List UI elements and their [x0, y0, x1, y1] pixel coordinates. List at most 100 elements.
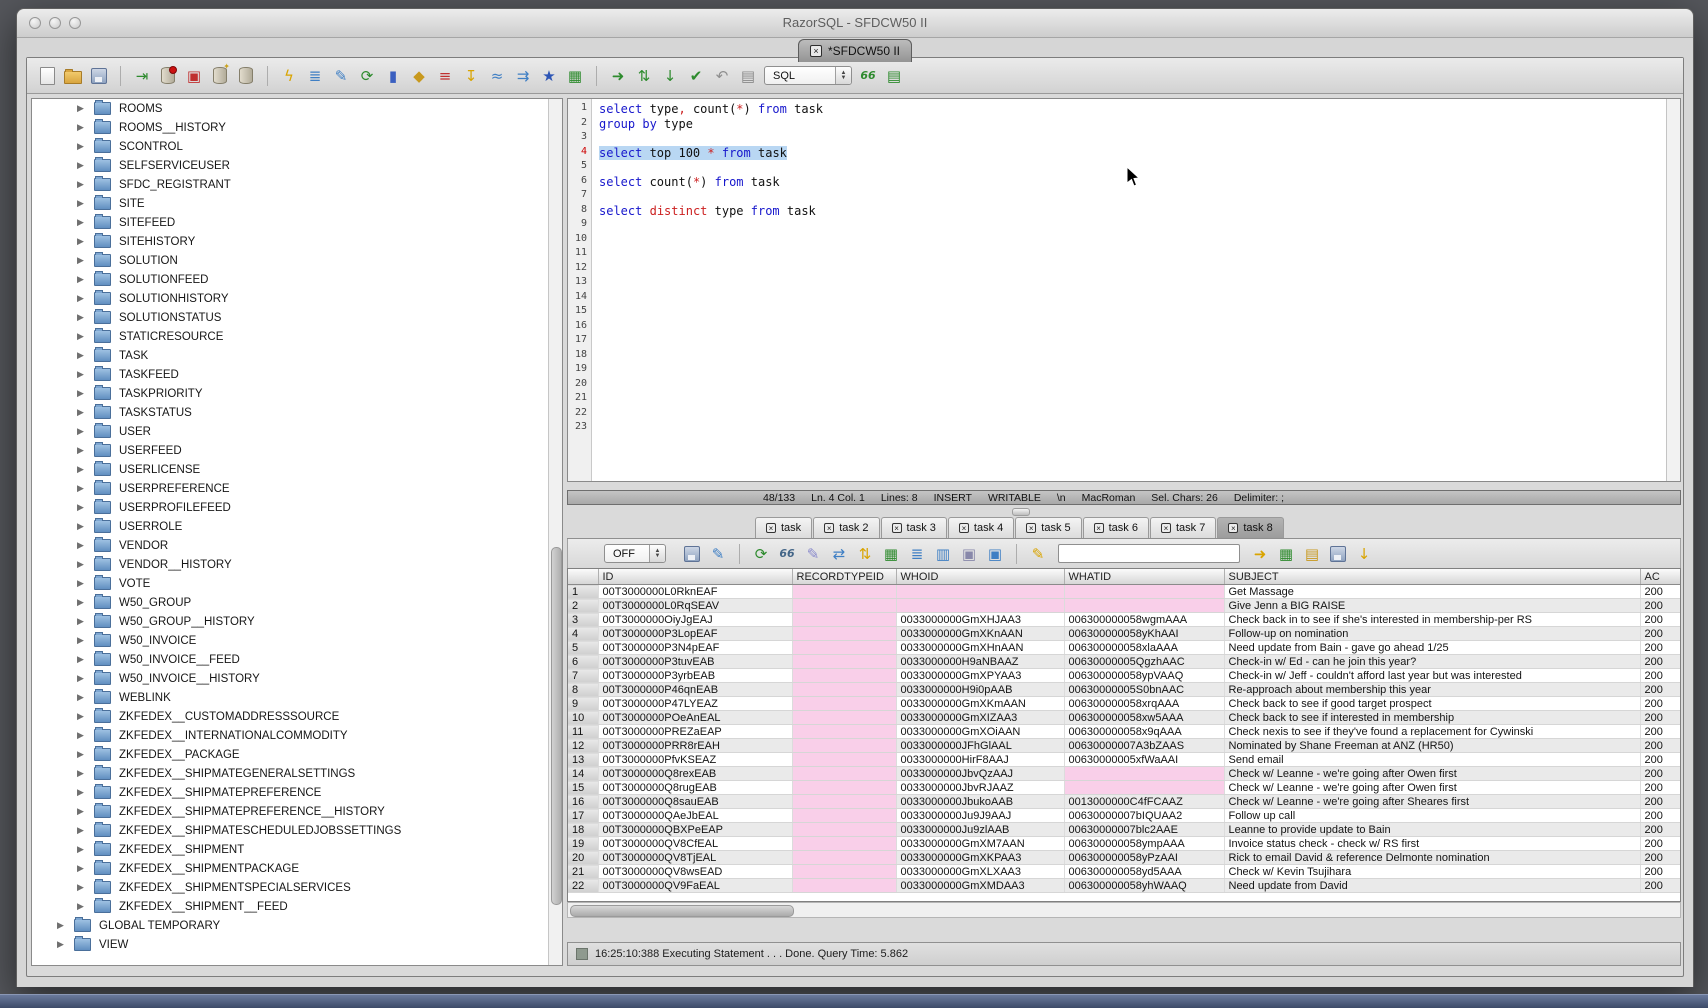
grid-cell[interactable]: Need update from Bain - gave go ahead 1/…: [1224, 641, 1640, 655]
grid-cell[interactable]: Check nexis to see if they've found a re…: [1224, 725, 1640, 739]
query-builder-icon[interactable]: ◆: [409, 66, 429, 86]
code-line[interactable]: group by type: [599, 117, 1666, 132]
grid-cell[interactable]: 00T3000000QV8TjEAL: [598, 851, 792, 865]
disclosure-triangle-icon[interactable]: ▶: [77, 293, 87, 304]
code-line[interactable]: [599, 349, 1666, 364]
tree-item-userfeed[interactable]: ▶USERFEED: [32, 441, 562, 460]
grid-cell[interactable]: 0033000000JbvQzAAJ: [896, 767, 1064, 781]
tree-item-w50-invoice[interactable]: ▶W50_INVOICE: [32, 631, 562, 650]
tree-item-zkfedex-shipmategeneralsettings[interactable]: ▶ZKFEDEX__SHIPMATEGENERALSETTINGS: [32, 764, 562, 783]
fetch-icon[interactable]: ↓: [660, 66, 680, 86]
save-icon[interactable]: [89, 66, 109, 86]
disclosure-triangle-icon[interactable]: ▶: [57, 920, 67, 931]
tree-item-vote[interactable]: ▶VOTE: [32, 574, 562, 593]
rollback-icon[interactable]: ↶: [712, 66, 732, 86]
code-line[interactable]: [599, 291, 1666, 306]
grid-cell[interactable]: Check w/ Leanne - we're going after Owen…: [1224, 781, 1640, 795]
grid-cell[interactable]: 00T3000000QAeJbEAL: [598, 809, 792, 823]
disclosure-triangle-icon[interactable]: ▶: [77, 540, 87, 551]
disclosure-triangle-icon[interactable]: ▶: [77, 768, 87, 779]
commit-icon[interactable]: ✔: [686, 66, 706, 86]
grid-cell[interactable]: 200: [1640, 613, 1681, 627]
tree-item-taskpriority[interactable]: ▶TASKPRIORITY: [32, 384, 562, 403]
tree-item-userpreference[interactable]: ▶USERPREFERENCE: [32, 479, 562, 498]
grid-cell[interactable]: 0033000000GmXIZAA3: [896, 711, 1064, 725]
grid-cell[interactable]: 00T3000000P46qnEAB: [598, 683, 792, 697]
grid-cell[interactable]: [1064, 767, 1224, 781]
grid-cell[interactable]: 00T3000000P47LYEAZ: [598, 697, 792, 711]
result-tab-task-7[interactable]: ×task 7: [1150, 517, 1216, 538]
grid-cell[interactable]: 200: [1640, 599, 1681, 613]
grid-cell[interactable]: 200: [1640, 683, 1681, 697]
grid-cell[interactable]: [792, 613, 896, 627]
favorites-star-icon[interactable]: ★: [539, 66, 559, 86]
disclosure-triangle-icon[interactable]: ▶: [77, 388, 87, 399]
grid-cell[interactable]: 00T3000000Q8rexEAB: [598, 767, 792, 781]
table-row[interactable]: 600T3000000P3tuvEAB0033000000H9aNBAAZ006…: [568, 655, 1681, 669]
tree-item-zkfedex-shipmatepreference-history[interactable]: ▶ZKFEDEX__SHIPMATEPREFERENCE__HISTORY: [32, 802, 562, 821]
tree-item-w50-group[interactable]: ▶W50_GROUP: [32, 593, 562, 612]
book-icon[interactable]: ▮: [383, 66, 403, 86]
results-grid[interactable]: IDRECORDTYPEIDWHOIDWHATIDSUBJECTAC100T30…: [567, 568, 1681, 902]
disclosure-triangle-icon[interactable]: ▶: [77, 901, 87, 912]
grid-cell[interactable]: 00T3000000Q8sauEAB: [598, 795, 792, 809]
close-result-tab-icon[interactable]: ×: [959, 523, 969, 533]
grid-cell[interactable]: 200: [1640, 823, 1681, 837]
align-icon[interactable]: ≈: [487, 66, 507, 86]
grid-cell[interactable]: 200: [1640, 711, 1681, 725]
transpose-icon[interactable]: ⇄: [829, 544, 849, 564]
tree-item-global-temporary[interactable]: ▶GLOBAL TEMPORARY: [32, 916, 562, 935]
export-grid-icon[interactable]: ▦: [1276, 544, 1296, 564]
grid-cell[interactable]: [792, 641, 896, 655]
sort-rows-icon[interactable]: ⇅: [855, 544, 875, 564]
reload-grid-icon[interactable]: ▦: [881, 544, 901, 564]
grid-cell[interactable]: Nominated by Shane Freeman at ANZ (HR50): [1224, 739, 1640, 753]
result-tab-task-2[interactable]: ×task 2: [813, 517, 879, 538]
grid-cell[interactable]: Check-in w/ Ed - can he join this year?: [1224, 655, 1640, 669]
results-search-input[interactable]: [1058, 544, 1240, 563]
grid-cell[interactable]: 00630000007A3bZAAS: [1064, 739, 1224, 753]
generate-ddl-icon[interactable]: ▦: [565, 66, 585, 86]
import-icon[interactable]: ⇥: [132, 66, 152, 86]
sql-editor[interactable]: 1234567891011121314151617181920212223 se…: [567, 98, 1681, 482]
grid-hscrollbar[interactable]: [567, 902, 1681, 918]
grid-cell[interactable]: 200: [1640, 725, 1681, 739]
table-row[interactable]: 500T3000000P3N4pEAF0033000000GmXHnAAN006…: [568, 641, 1681, 655]
tree-item-userlicense[interactable]: ▶USERLICENSE: [32, 460, 562, 479]
grid-cell[interactable]: [896, 599, 1064, 613]
grid-cell[interactable]: [792, 627, 896, 641]
grid-cell[interactable]: 200: [1640, 641, 1681, 655]
close-result-tab-icon[interactable]: ×: [1094, 523, 1104, 533]
grid-cell[interactable]: 00630000005S0bnAAC: [1064, 683, 1224, 697]
column-header-whoid[interactable]: WHOID: [896, 569, 1064, 585]
grid-cell[interactable]: 0033000000HirF8AAJ: [896, 753, 1064, 767]
grid-cell[interactable]: [792, 585, 896, 599]
grid-cell[interactable]: Leanne to provide update to Bain: [1224, 823, 1640, 837]
table-tree[interactable]: ▶ROOMS▶ROOMS__HISTORY▶SCONTROL▶SELFSERVI…: [31, 98, 563, 966]
grid-cell[interactable]: 0033000000GmXHJAA3: [896, 613, 1064, 627]
tree-item-site[interactable]: ▶SITE: [32, 194, 562, 213]
disclosure-triangle-icon[interactable]: ▶: [77, 711, 87, 722]
lightning-icon[interactable]: ϟ: [279, 66, 299, 86]
column-header-subject[interactable]: SUBJECT: [1224, 569, 1640, 585]
grid-cell[interactable]: Give Jenn a BIG RAISE: [1224, 599, 1640, 613]
disclosure-triangle-icon[interactable]: ▶: [77, 863, 87, 874]
grid-cell[interactable]: 00T3000000L0RknEAF: [598, 585, 792, 599]
tree-item-rooms-history[interactable]: ▶ROOMS__HISTORY: [32, 118, 562, 137]
grid-cell[interactable]: 006300000058ypVAAQ: [1064, 669, 1224, 683]
grid-cell[interactable]: [792, 599, 896, 613]
grid-cell[interactable]: [792, 725, 896, 739]
grid-cell[interactable]: 006300000058ympAAA: [1064, 837, 1224, 851]
tree-item-solutionfeed[interactable]: ▶SOLUTIONFEED: [32, 270, 562, 289]
tree-item-solution[interactable]: ▶SOLUTION: [32, 251, 562, 270]
code-line[interactable]: select top 100 * from task: [599, 146, 1666, 161]
disclosure-triangle-icon[interactable]: ▶: [77, 426, 87, 437]
table-row[interactable]: 300T3000000OiyJgEAJ0033000000GmXHJAA3006…: [568, 613, 1681, 627]
grid-cell[interactable]: [792, 823, 896, 837]
grid-cell[interactable]: 0013000000C4fFCAAZ: [1064, 795, 1224, 809]
checklist-icon[interactable]: ≣: [305, 66, 325, 86]
grid-cell[interactable]: 00T3000000L0RqSEAV: [598, 599, 792, 613]
grid-cell[interactable]: [792, 739, 896, 753]
tree-item-userrole[interactable]: ▶USERROLE: [32, 517, 562, 536]
grid-cell[interactable]: 0033000000GmXOiAAN: [896, 725, 1064, 739]
